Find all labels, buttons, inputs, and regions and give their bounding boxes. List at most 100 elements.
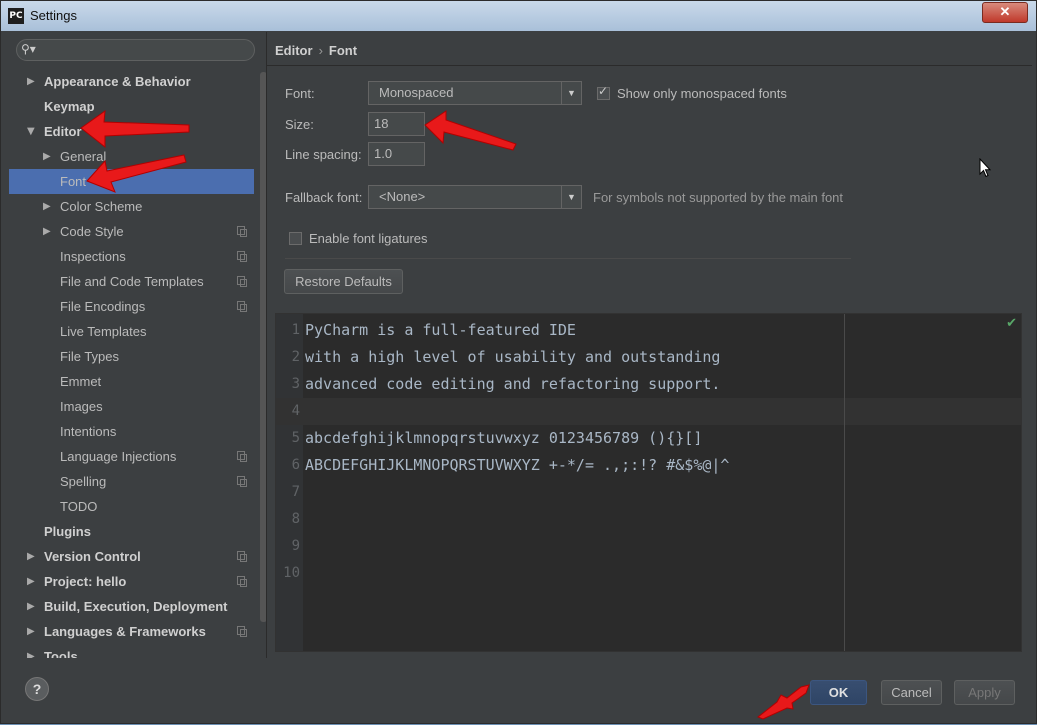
- sidebar-item-label: Images: [60, 399, 103, 414]
- preview-line: 2 with a high level of usability and outs…: [276, 344, 1021, 371]
- apply-button[interactable]: Apply: [954, 680, 1015, 705]
- project-settings-icon: [237, 276, 247, 287]
- preview-code-text: ABCDEFGHIJKLMNOPQRSTUVWXYZ +-*/= .,;:!? …: [305, 456, 730, 474]
- sidebar-item-plugins[interactable]: Plugins: [9, 519, 254, 544]
- line-number: 4: [291, 403, 300, 419]
- chevron-down-icon[interactable]: ▼: [561, 82, 581, 104]
- line-number: 8: [291, 511, 300, 527]
- sidebar-item-label: Plugins: [44, 524, 91, 539]
- sidebar-item-code-style[interactable]: ▶ Code Style: [9, 219, 254, 244]
- sidebar-item-label: Color Scheme: [60, 199, 143, 214]
- sidebar-item-label: File Types: [60, 349, 120, 364]
- preview-code-text: PyCharm is a full-featured IDE: [305, 321, 576, 339]
- sidebar-item-label: Inspections: [60, 249, 126, 264]
- cancel-button[interactable]: Cancel: [881, 680, 942, 705]
- chevron-right-icon[interactable]: ▶: [27, 619, 35, 644]
- sidebar-item-font[interactable]: Font: [9, 169, 254, 194]
- sidebar-item-label: Code Style: [60, 224, 124, 239]
- sidebar-item-color-scheme[interactable]: ▶ Color Scheme: [9, 194, 254, 219]
- chevron-right-icon[interactable]: ▶: [43, 144, 51, 169]
- line-spacing-field[interactable]: 1.0: [368, 142, 425, 166]
- project-settings-icon: [237, 551, 247, 562]
- search-icon: ⚲▾: [21, 42, 36, 56]
- project-settings-icon: [237, 226, 247, 237]
- line-number: 3: [291, 376, 300, 392]
- sidebar-item-label: TODO: [60, 499, 98, 514]
- sidebar-item-file-encodings[interactable]: File Encodings: [9, 294, 254, 319]
- sidebar-item-spelling[interactable]: Spelling: [9, 469, 254, 494]
- size-field[interactable]: 18: [368, 112, 425, 136]
- sidebar-item-label: Keymap: [44, 99, 95, 114]
- sidebar-item-label: File Encodings: [60, 299, 146, 314]
- chevron-right-icon[interactable]: ▶: [27, 644, 35, 658]
- ligatures-checkbox[interactable]: [289, 232, 302, 245]
- preview-line: 4: [276, 398, 1021, 425]
- sidebar-item-emmet[interactable]: Emmet: [9, 369, 254, 394]
- chevron-down-icon[interactable]: ▼: [561, 186, 581, 208]
- settings-sidebar: ⚲▾ ▶ Appearance & Behavior Keymap ▼ Editor ▶ G…: [9, 32, 267, 658]
- fallback-font-select[interactable]: <None> ▼: [368, 185, 582, 209]
- sidebar-item-inspections[interactable]: Inspections: [9, 244, 254, 269]
- sidebar-scrollbar[interactable]: [260, 72, 266, 622]
- sidebar-item-language-injections[interactable]: Language Injections: [9, 444, 254, 469]
- sidebar-item-intentions[interactable]: Intentions: [9, 419, 254, 444]
- font-preview-editor[interactable]: 1 PyCharm is a full-featured IDE 2 with a h…: [275, 313, 1022, 652]
- pycharm-app-icon: PC: [8, 8, 24, 24]
- sidebar-item-label: Appearance & Behavior: [44, 74, 191, 89]
- restore-defaults-button[interactable]: Restore Defaults: [284, 269, 403, 294]
- right-margin-guide: [844, 314, 845, 651]
- window-title: Settings: [30, 8, 77, 23]
- ok-button[interactable]: OK: [810, 680, 867, 705]
- sidebar-item-languages-frameworks[interactable]: ▶ Languages & Frameworks: [9, 619, 254, 644]
- chevron-right-icon[interactable]: ▶: [27, 569, 35, 594]
- sidebar-item-project-hello[interactable]: ▶ Project: hello: [9, 569, 254, 594]
- project-settings-icon: [237, 301, 247, 312]
- line-number: 10: [283, 565, 300, 581]
- project-settings-icon: [237, 251, 247, 262]
- chevron-right-icon[interactable]: ▶: [27, 544, 35, 569]
- close-button[interactable]: ✕: [982, 2, 1028, 23]
- preview-line: 10: [276, 560, 1021, 587]
- sidebar-item-images[interactable]: Images: [9, 394, 254, 419]
- sidebar-item-live-templates[interactable]: Live Templates: [9, 319, 254, 344]
- line-spacing-label: Line spacing:: [285, 147, 362, 162]
- sidebar-item-label: Tools: [44, 649, 78, 658]
- header-divider: [266, 65, 1032, 66]
- show-monospaced-checkbox[interactable]: [597, 84, 610, 100]
- sidebar-item-build-execution-deployment[interactable]: ▶ Build, Execution, Deployment: [9, 594, 254, 619]
- sidebar-item-file-and-code-templates[interactable]: File and Code Templates: [9, 269, 254, 294]
- line-number: 5: [291, 430, 300, 446]
- dialog-content: ⚲▾ ▶ Appearance & Behavior Keymap ▼ Editor ▶ G…: [6, 32, 1032, 720]
- chevron-right-icon[interactable]: ▶: [43, 194, 51, 219]
- ligatures-label[interactable]: Enable font ligatures: [309, 231, 428, 246]
- chevron-right-icon[interactable]: ▶: [43, 219, 51, 244]
- sidebar-item-label: File and Code Templates: [60, 274, 204, 289]
- help-icon[interactable]: ?: [25, 677, 49, 701]
- sidebar-item-todo[interactable]: TODO: [9, 494, 254, 519]
- sidebar-item-tools[interactable]: ▶ Tools: [9, 644, 254, 658]
- line-number: 1: [291, 322, 300, 338]
- sidebar-item-label: Language Injections: [60, 449, 177, 464]
- breadcrumb-current: Font: [328, 43, 358, 58]
- chevron-right-icon[interactable]: ▶: [27, 69, 35, 94]
- sidebar-item-version-control[interactable]: ▶ Version Control: [9, 544, 254, 569]
- sidebar-item-editor[interactable]: ▼ Editor: [9, 119, 254, 144]
- sidebar-item-appearance-behavior[interactable]: ▶ Appearance & Behavior: [9, 69, 254, 94]
- project-settings-icon: [237, 451, 247, 462]
- breadcrumb-parent[interactable]: Editor: [275, 43, 313, 58]
- font-select[interactable]: Monospaced ▼: [368, 81, 582, 105]
- chevron-down-icon[interactable]: ▼: [27, 119, 35, 144]
- chevron-right-icon[interactable]: ▶: [27, 594, 35, 619]
- sidebar-item-label: Version Control: [44, 549, 141, 564]
- project-settings-icon: [237, 626, 247, 637]
- sidebar-item-file-types[interactable]: File Types: [9, 344, 254, 369]
- preview-line: 7: [276, 479, 1021, 506]
- breadcrumb-separator-icon: ›: [318, 43, 323, 58]
- line-number: 2: [291, 349, 300, 365]
- sidebar-item-label: Live Templates: [60, 324, 147, 339]
- search-input[interactable]: ⚲▾: [16, 39, 255, 61]
- sidebar-item-general[interactable]: ▶ General: [9, 144, 254, 169]
- show-monospaced-label[interactable]: Show only monospaced fonts: [617, 86, 787, 101]
- sidebar-item-label: Emmet: [60, 374, 102, 389]
- sidebar-item-keymap[interactable]: Keymap: [9, 94, 254, 119]
